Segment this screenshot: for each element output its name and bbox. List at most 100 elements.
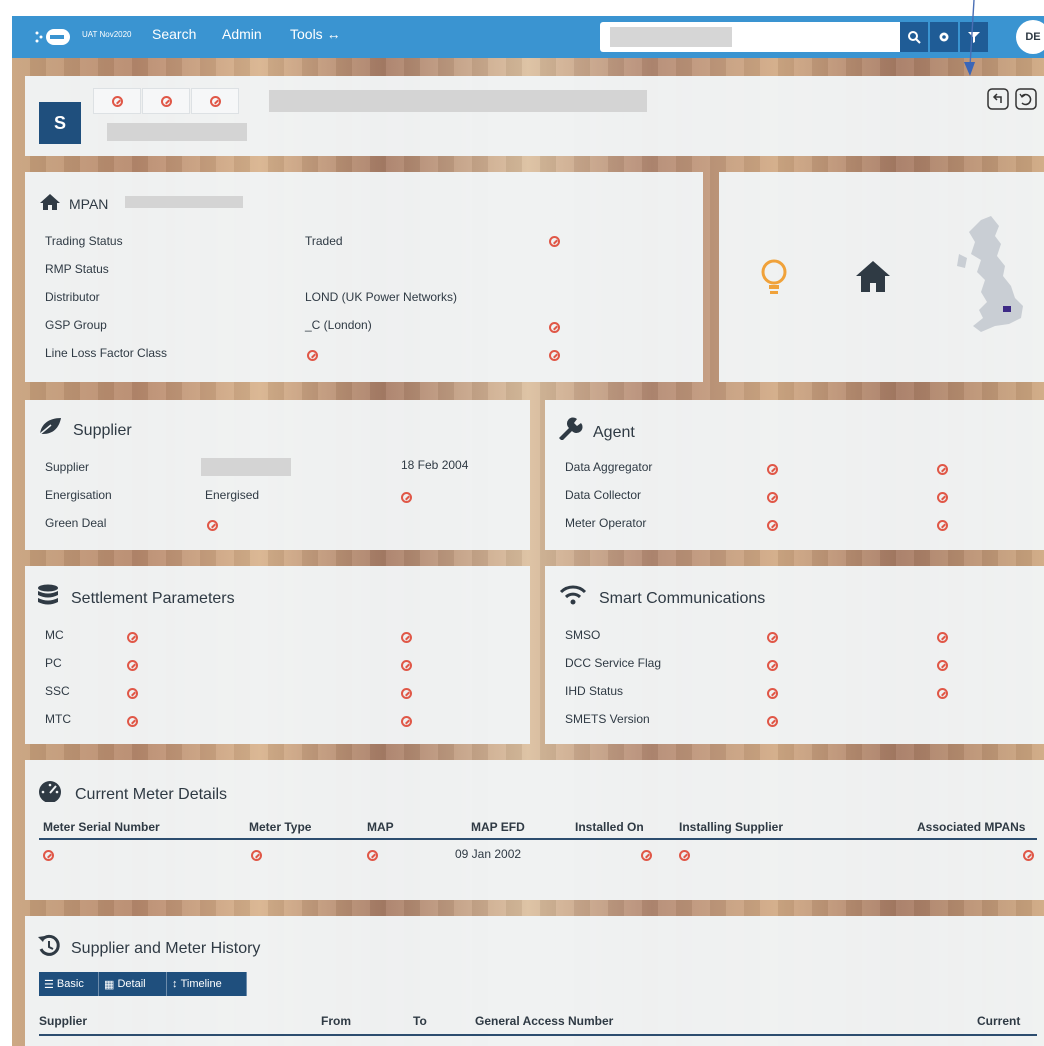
dashboard-gauge-icon	[39, 781, 61, 802]
not-available-icon	[767, 464, 778, 475]
property-summary-panel	[719, 172, 1044, 382]
list-icon: ☰	[44, 978, 57, 991]
nav-tools[interactable]: Tools ↔	[290, 26, 341, 42]
field-label: Distributor	[45, 290, 100, 304]
column-header[interactable]: Current	[977, 1014, 1020, 1028]
panel-title: Smart Communications	[599, 590, 766, 607]
tab-timeline[interactable]: ↕ Timeline	[167, 972, 247, 996]
field-label: DCC Service Flag	[565, 656, 662, 670]
undo-icon[interactable]	[987, 88, 1009, 110]
field-label: Meter Operator	[565, 516, 647, 530]
column-header[interactable]: Installed On	[575, 820, 644, 834]
not-available-icon	[127, 688, 138, 699]
not-available-icon	[1023, 850, 1034, 861]
column-header[interactable]: MAP EFD	[471, 820, 525, 834]
environment-label: UAT Nov2020	[82, 30, 132, 39]
table-divider	[39, 838, 1037, 840]
panel-title: MPAN	[69, 196, 109, 212]
not-available-icon	[401, 632, 412, 643]
not-available-icon	[549, 236, 560, 247]
column-header[interactable]: Installing Supplier	[679, 820, 783, 834]
not-available-icon	[251, 850, 262, 861]
search-icon	[908, 31, 921, 44]
refresh-icon[interactable]	[1015, 88, 1037, 110]
redacted-title	[269, 90, 647, 112]
column-header[interactable]: Meter Type	[249, 820, 311, 834]
column-header[interactable]: To	[413, 1014, 427, 1028]
gear-icon	[939, 32, 949, 42]
status-box	[191, 88, 239, 114]
not-available-icon	[210, 96, 221, 107]
table-icon: ▦	[104, 978, 118, 991]
not-available-icon	[43, 850, 54, 861]
timeline-icon: ↕	[172, 978, 181, 990]
settings-button[interactable]	[930, 22, 958, 52]
wrench-icon	[559, 417, 583, 440]
not-available-icon	[367, 850, 378, 861]
user-avatar[interactable]: DE	[1016, 20, 1044, 54]
view-tabs: ☰ Basic ▦ Detail ↕ Timeline	[39, 972, 249, 996]
top-navigation-bar: UAT Nov2020 Search Admin Tools ↔ DE	[12, 16, 1044, 58]
not-available-icon	[767, 520, 778, 531]
tab-basic[interactable]: ☰ Basic	[39, 972, 99, 996]
not-available-icon	[401, 660, 412, 671]
history-icon	[38, 934, 60, 956]
status-box	[93, 88, 141, 114]
redacted-address	[107, 123, 247, 141]
field-label: MTC	[45, 712, 71, 726]
not-available-icon	[401, 716, 412, 727]
column-header[interactable]: Supplier	[39, 1014, 87, 1028]
panel-title: Supplier	[73, 422, 132, 439]
not-available-icon	[307, 350, 318, 361]
not-available-icon	[207, 520, 218, 531]
not-available-icon	[127, 660, 138, 671]
status-box	[142, 88, 190, 114]
not-available-icon	[767, 688, 778, 699]
current-meter-details-panel: Current Meter Details Meter Serial Numbe…	[25, 760, 1044, 900]
field-label: Line Loss Factor Class	[45, 346, 168, 360]
not-available-icon	[767, 716, 778, 727]
nav-admin[interactable]: Admin	[222, 26, 262, 42]
tab-label: Detail	[117, 978, 146, 990]
not-available-icon	[937, 520, 948, 531]
nav-search[interactable]: Search	[152, 26, 196, 42]
not-available-icon	[401, 688, 412, 699]
not-available-icon	[161, 96, 172, 107]
not-available-icon	[937, 492, 948, 503]
panel-title: Supplier and Meter History	[71, 940, 261, 957]
trading-status-value: Traded	[305, 234, 343, 248]
field-label: Energisation	[45, 488, 112, 502]
not-available-icon	[112, 96, 123, 107]
field-label: Supplier	[45, 460, 90, 474]
annotation-arrow-icon	[964, 0, 975, 76]
column-header[interactable]: MAP	[367, 820, 394, 834]
not-available-icon	[641, 850, 652, 861]
app-logo-icon[interactable]	[34, 26, 74, 48]
field-label: PC	[45, 656, 62, 670]
home-icon	[40, 194, 60, 210]
field-label: Data Collector	[565, 488, 642, 502]
supplier-meter-history-panel: Supplier and Meter History ☰ Basic ▦ Det…	[25, 916, 1044, 1046]
not-available-icon	[401, 492, 412, 503]
field-label: Data Aggregator	[565, 460, 653, 474]
search-button[interactable]	[900, 22, 928, 52]
table-divider	[39, 1034, 1037, 1036]
energisation-value: Energised	[205, 488, 260, 502]
column-header[interactable]: Meter Serial Number	[43, 820, 160, 834]
not-available-icon	[127, 716, 138, 727]
tab-detail[interactable]: ▦ Detail	[99, 972, 167, 996]
lightbulb-icon	[761, 259, 787, 294]
gsp-group-value: _C (London)	[305, 318, 372, 332]
field-label: IHD Status	[565, 684, 624, 698]
not-available-icon	[767, 492, 778, 503]
column-header[interactable]: General Access Number	[475, 1014, 613, 1028]
column-header[interactable]: Associated MPANs	[917, 820, 1025, 834]
not-available-icon	[549, 350, 560, 361]
header-panel: S	[25, 76, 1044, 156]
column-header[interactable]: From	[321, 1014, 351, 1028]
field-label: GSP Group	[45, 318, 107, 332]
entity-badge: S	[39, 102, 81, 144]
tab-label: Basic	[56, 978, 84, 990]
not-available-icon	[937, 660, 948, 671]
settlement-parameters-panel: Settlement Parameters MC PC SSC MTC	[25, 566, 530, 744]
